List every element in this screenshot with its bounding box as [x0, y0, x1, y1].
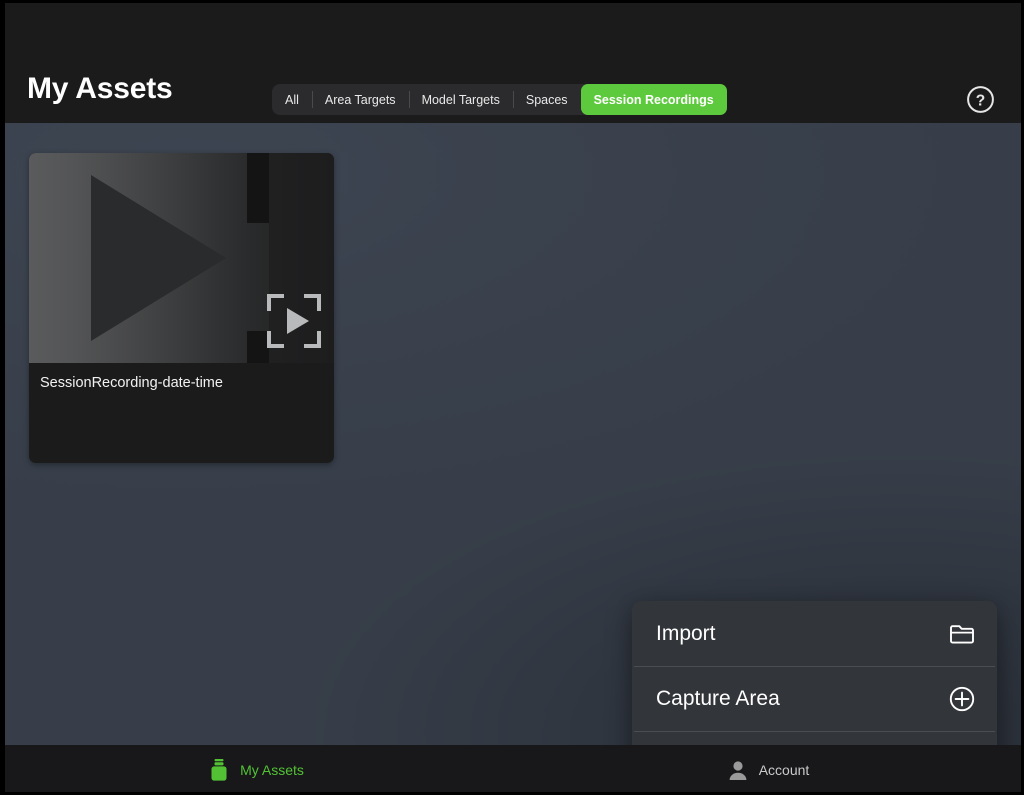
nav-item-my-assets-label: My Assets	[240, 762, 304, 778]
tab-all[interactable]: All	[272, 84, 312, 115]
bottom-navigation: My Assets Account	[0, 745, 1024, 795]
tab-area-targets-label: Area Targets	[324, 92, 396, 107]
thumbnail-dark-band-top	[247, 153, 269, 223]
nav-item-my-assets[interactable]: My Assets	[0, 745, 512, 795]
nav-item-account[interactable]: Account	[512, 745, 1024, 795]
menu-item-capture-area[interactable]: Capture Area	[632, 666, 997, 731]
asset-thumbnail	[29, 153, 334, 363]
tab-model-targets-label: Model Targets	[421, 92, 500, 107]
tab-all-label: All	[285, 92, 299, 107]
nav-item-account-label: Account	[758, 762, 810, 778]
create-menu-panel: Import Capture Area Cr	[632, 601, 997, 745]
tab-area-targets[interactable]: Area Targets	[311, 84, 409, 115]
tab-model-targets[interactable]: Model Targets	[408, 84, 513, 115]
play-triangle-icon	[91, 175, 226, 341]
tab-session-recordings-label: Session Recordings	[593, 92, 714, 107]
playback-frame-icon	[266, 293, 322, 349]
content-area: SessionRecording-date-time Import Captur…	[0, 123, 1024, 745]
question-circle-icon: ?	[967, 86, 994, 113]
tab-spaces-label: Spaces	[525, 92, 568, 107]
menu-item-import[interactable]: Import	[632, 601, 997, 666]
menu-item-create-session[interactable]: Create Session	[632, 731, 997, 745]
app-root: My Assets All Area Targets Model Targets…	[0, 0, 1024, 795]
asset-card-label: SessionRecording-date-time	[40, 375, 223, 391]
folder-icon	[949, 621, 975, 647]
plus-circle-icon	[949, 686, 975, 712]
menu-item-import-label: Import	[656, 621, 716, 645]
asset-type-filter-tabs: All Area Targets Model Targets Spaces Se…	[272, 84, 727, 115]
letterbox-left	[0, 0, 5, 795]
jar-icon	[208, 758, 230, 782]
tab-session-recordings[interactable]: Session Recordings	[580, 84, 727, 115]
menu-item-capture-area-label: Capture Area	[656, 686, 780, 710]
svg-text:?: ?	[976, 92, 985, 109]
asset-card[interactable]: SessionRecording-date-time	[29, 153, 334, 463]
page-title: My Assets	[27, 72, 173, 105]
header-bar: My Assets All Area Targets Model Targets…	[0, 0, 1024, 123]
tab-spaces[interactable]: Spaces	[512, 84, 581, 115]
letterbox-top	[0, 0, 1024, 3]
person-icon	[727, 758, 749, 782]
help-button[interactable]: ?	[966, 85, 995, 114]
